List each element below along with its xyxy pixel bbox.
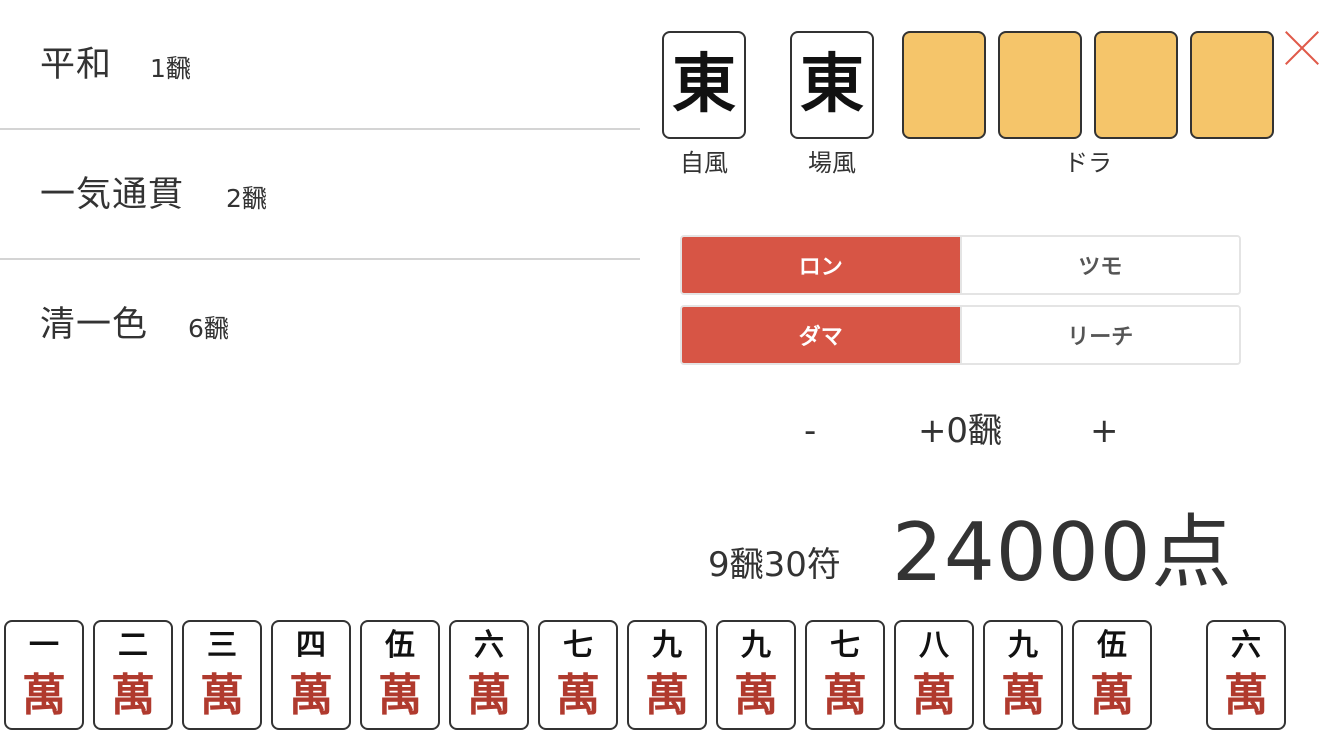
yaku-han: 2飜 [226, 184, 267, 213]
hand-tile[interactable]: 一 萬 [4, 620, 84, 730]
tile-suit: 萬 [734, 670, 778, 721]
tile-number: 六 [1231, 628, 1261, 663]
tile-number: 三 [207, 628, 237, 663]
tile-suit: 萬 [823, 670, 867, 721]
tile-suit: 萬 [912, 670, 956, 721]
riichi-segment: ダマ リーチ [680, 305, 1241, 365]
tile-number: 六 [474, 628, 504, 663]
tile-number: 九 [652, 628, 682, 663]
hand-tile[interactable]: 六 萬 [449, 620, 529, 730]
yaku-han: 6飜 [188, 314, 229, 343]
yaku-row[interactable]: 平和 1飜 [0, 0, 640, 130]
tile-number: 伍 [385, 628, 415, 663]
tile-number: 七 [563, 628, 593, 663]
hand-tile[interactable]: 三 萬 [182, 620, 262, 730]
tile-suit: 萬 [111, 670, 155, 721]
yaku-name: 清一色 [40, 305, 149, 345]
round-wind-caption: 場風 [808, 149, 856, 177]
han-plus-button[interactable]: + [1090, 408, 1119, 454]
yaku-row[interactable]: 一気通貫 2飜 [0, 130, 640, 260]
tile-suit: 萬 [645, 670, 689, 721]
yaku-name: 一気通貫 [40, 175, 185, 215]
hand-tile[interactable]: 七 萬 [538, 620, 618, 730]
hand-tile[interactable]: 伍 萬 [1072, 620, 1152, 730]
tile-suit: 萬 [289, 670, 333, 721]
tile-number: 七 [830, 628, 860, 663]
yaku-han: 1飜 [150, 54, 191, 83]
tile-number: 二 [118, 628, 148, 663]
ron-button[interactable]: ロン [682, 237, 960, 293]
tile-number: 九 [741, 628, 771, 663]
tile-number: 九 [1008, 628, 1038, 663]
tile-suit: 萬 [1224, 670, 1268, 721]
hand-tile[interactable]: 四 萬 [271, 620, 351, 730]
yaku-list: 平和 1飜 一気通貫 2飜 清一色 6飜 [0, 0, 640, 390]
hand-tile[interactable]: 八 萬 [894, 620, 974, 730]
hand-tile[interactable]: 伍 萬 [360, 620, 440, 730]
tile-suit: 萬 [467, 670, 511, 721]
seat-wind-tile[interactable]: 東 [662, 31, 746, 139]
hand-tile[interactable]: 九 萬 [716, 620, 796, 730]
tile-number: 八 [919, 628, 949, 663]
tsumo-button[interactable]: ツモ [959, 237, 1239, 293]
hand-tile[interactable]: 九 萬 [627, 620, 707, 730]
dama-button[interactable]: ダマ [682, 307, 960, 363]
round-wind-tile[interactable]: 東 [790, 31, 874, 139]
yaku-name: 平和 [40, 45, 113, 85]
tile-suit: 萬 [1001, 670, 1045, 721]
han-fu-label: 9飜30符 [708, 545, 841, 585]
tile-suit: 萬 [556, 670, 600, 721]
win-type-segment: ロン ツモ [680, 235, 1241, 295]
dora-caption: ドラ [1064, 149, 1112, 177]
close-icon[interactable] [1282, 28, 1322, 68]
seat-wind-glyph: 東 [672, 47, 736, 122]
tile-number: 四 [296, 628, 326, 663]
tile-number: 一 [29, 628, 59, 663]
winning-tile[interactable]: 六 萬 [1206, 620, 1286, 730]
han-adjust-value: +0飜 [917, 411, 1003, 451]
han-minus-button[interactable]: - [804, 408, 816, 454]
round-wind-glyph: 東 [800, 47, 864, 122]
dora-tile-slot[interactable] [998, 31, 1082, 139]
dora-tile-slot[interactable] [902, 31, 986, 139]
dora-tile-slot[interactable] [1190, 31, 1274, 139]
yaku-row[interactable]: 清一色 6飜 [0, 260, 640, 390]
seat-wind-caption: 自風 [680, 149, 728, 177]
tile-suit: 萬 [22, 670, 66, 721]
score-value: 24000点 [892, 506, 1233, 599]
tile-number: 伍 [1097, 628, 1127, 663]
tile-suit: 萬 [1090, 670, 1134, 721]
tile-suit: 萬 [378, 670, 422, 721]
hand-tile[interactable]: 九 萬 [983, 620, 1063, 730]
dora-tile-slot[interactable] [1094, 31, 1178, 139]
riichi-button[interactable]: リーチ [959, 307, 1239, 363]
hand-tile[interactable]: 二 萬 [93, 620, 173, 730]
tile-suit: 萬 [200, 670, 244, 721]
hand-tile[interactable]: 七 萬 [805, 620, 885, 730]
